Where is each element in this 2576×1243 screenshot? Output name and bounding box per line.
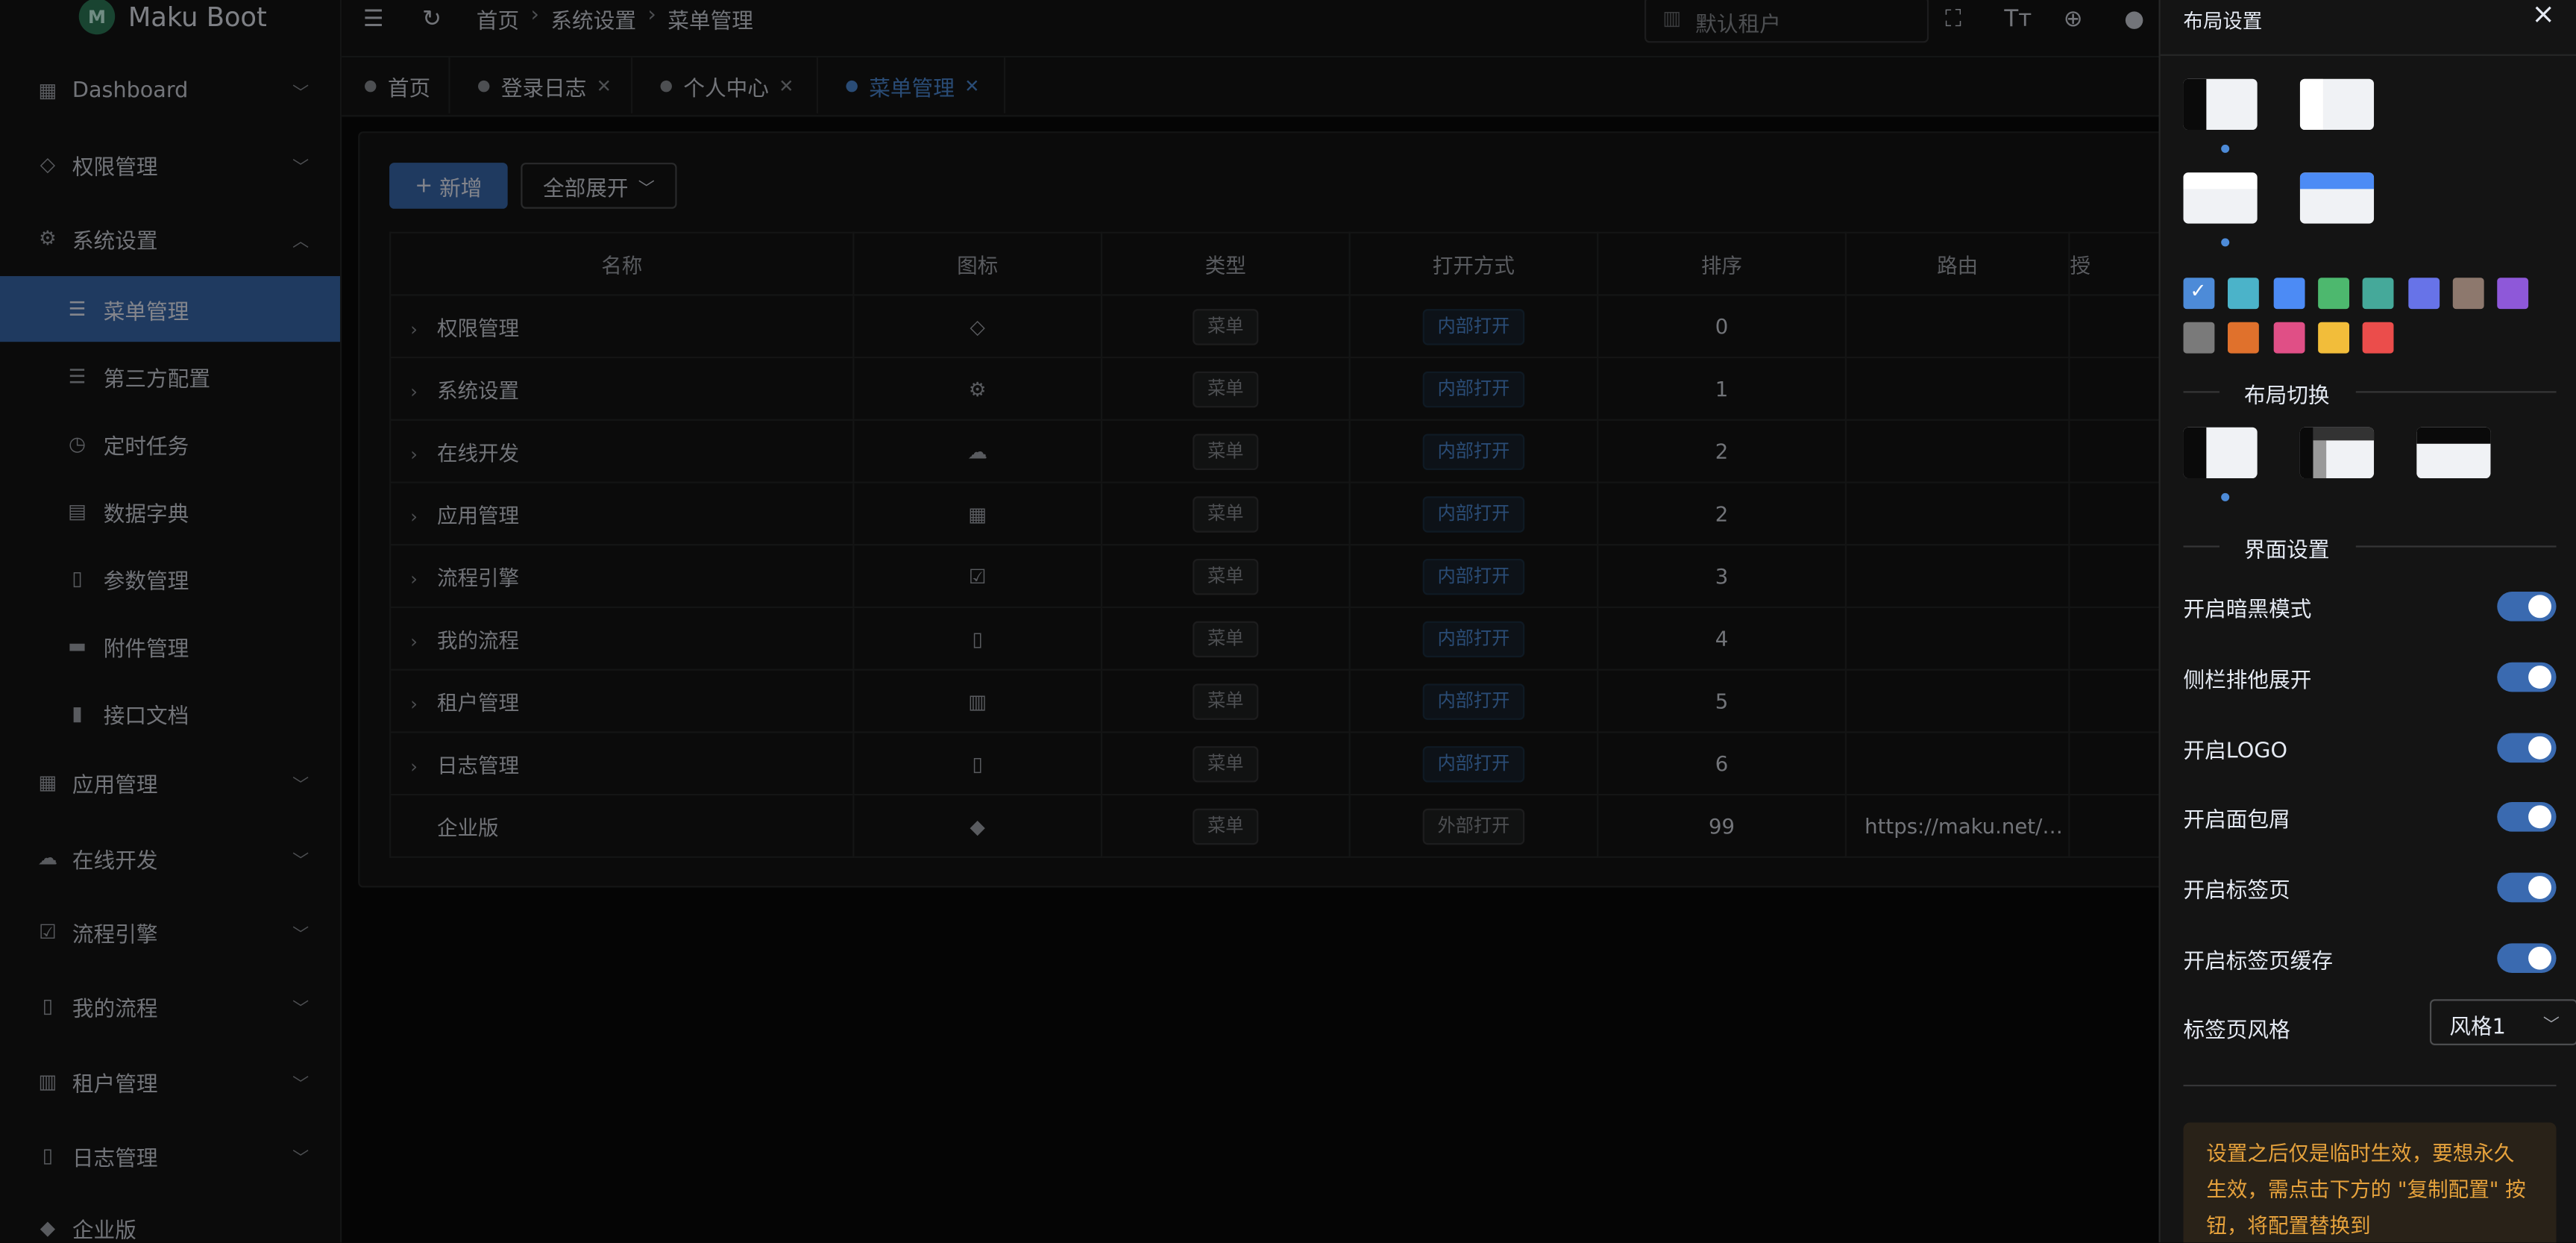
theme-color-swatch[interactable] <box>2363 278 2394 310</box>
setting-label: 开启面包屑 <box>2183 808 2290 833</box>
theme-dark-sidebar-thumb[interactable] <box>2183 78 2258 131</box>
selected-indicator <box>2221 144 2230 153</box>
selected-indicator <box>2221 238 2230 247</box>
dark-mode-toggle[interactable] <box>2497 592 2557 622</box>
notice-alert: 设置之后仅是临时生效，要想永久生效，需点击下方的 "复制配置" 按钮，将配置替换… <box>2183 1122 2557 1243</box>
breadcrumb-toggle[interactable] <box>2497 801 2557 832</box>
theme-color-swatch[interactable] <box>2317 278 2349 310</box>
layout-columns-thumb[interactable] <box>2299 427 2375 479</box>
section-ui-title: 界面设置 <box>2244 539 2330 564</box>
theme-color-swatch[interactable] <box>2407 278 2440 310</box>
drawer-divider <box>2160 54 2576 56</box>
setting-label: 标签页风格 <box>2183 1018 2290 1044</box>
section-layout-divider: 布局切换 <box>2183 380 2557 409</box>
close-icon[interactable]: × <box>2532 0 2555 31</box>
layout-settings-drawer: 布局设置 × ✓ 布局切换 界面设置 开启暗黑模式 侧栏排他展开 开启LOGO … <box>2158 0 2576 1243</box>
selected-indicator <box>2221 492 2230 501</box>
setting-unique-opened: 侧栏排他展开 <box>2183 662 2557 695</box>
tab-style-select[interactable]: 风格1 ﹀ <box>2429 999 2576 1045</box>
setting-dark-mode: 开启暗黑模式 <box>2184 592 2557 624</box>
layout-vertical-thumb[interactable] <box>2183 427 2258 479</box>
app-window: M Maku Boot ▦ Dashboard ﹀ ◇ 权限管理 ﹀ ⚙ 系统设… <box>0 0 2576 1243</box>
setting-tab-style: 标签页风格 风格1 ﹀ <box>2183 999 2576 1045</box>
unique-opened-toggle[interactable] <box>2497 662 2557 692</box>
setting-breadcrumb: 开启面包屑 <box>2183 801 2557 835</box>
setting-label: 开启暗黑模式 <box>2183 598 2312 623</box>
logo-toggle[interactable] <box>2497 733 2557 763</box>
theme-color-swatch[interactable] <box>2363 322 2394 354</box>
layout-horizontal-thumb[interactable] <box>2416 427 2491 479</box>
tabs-cache-toggle[interactable] <box>2497 943 2557 974</box>
setting-label: 开启标签页 <box>2183 879 2290 904</box>
drawer-title: 布局设置 <box>2183 10 2263 34</box>
theme-color-swatch[interactable] <box>2317 322 2349 354</box>
section-layout-title: 布局切换 <box>2244 384 2330 410</box>
tab-style-value: 风格1 <box>2449 1015 2506 1041</box>
theme-color-swatch[interactable] <box>2228 322 2260 354</box>
drawer-overlay[interactable] <box>0 0 2159 1243</box>
setting-label: 开启LOGO <box>2183 739 2288 765</box>
theme-color-swatch[interactable]: ✓ <box>2183 278 2215 310</box>
check-icon: ✓ <box>2190 279 2207 303</box>
chevron-down-icon: ﹀ <box>2542 1017 2560 1036</box>
theme-color-swatch[interactable] <box>2452 278 2484 310</box>
theme-color-swatch[interactable] <box>2272 278 2305 310</box>
header-light-thumb[interactable] <box>2183 172 2258 224</box>
setting-label: 侧栏排他展开 <box>2183 669 2312 694</box>
setting-label: 开启标签页缓存 <box>2183 950 2334 975</box>
section-ui-divider: 界面设置 <box>2183 534 2557 564</box>
theme-color-swatch[interactable] <box>2272 322 2305 354</box>
theme-color-swatch[interactable] <box>2497 278 2529 310</box>
setting-tabs: 开启标签页 <box>2183 872 2557 906</box>
theme-color-swatch[interactable] <box>2228 278 2260 310</box>
drawer-divider <box>2183 1084 2557 1087</box>
theme-light-sidebar-thumb[interactable] <box>2299 78 2375 131</box>
tabs-toggle[interactable] <box>2497 872 2557 903</box>
theme-color-swatch[interactable] <box>2183 322 2215 354</box>
header-primary-thumb[interactable] <box>2299 172 2375 224</box>
setting-logo: 开启LOGO <box>2184 733 2557 765</box>
setting-tabs-cache: 开启标签页缓存 <box>2184 943 2557 976</box>
